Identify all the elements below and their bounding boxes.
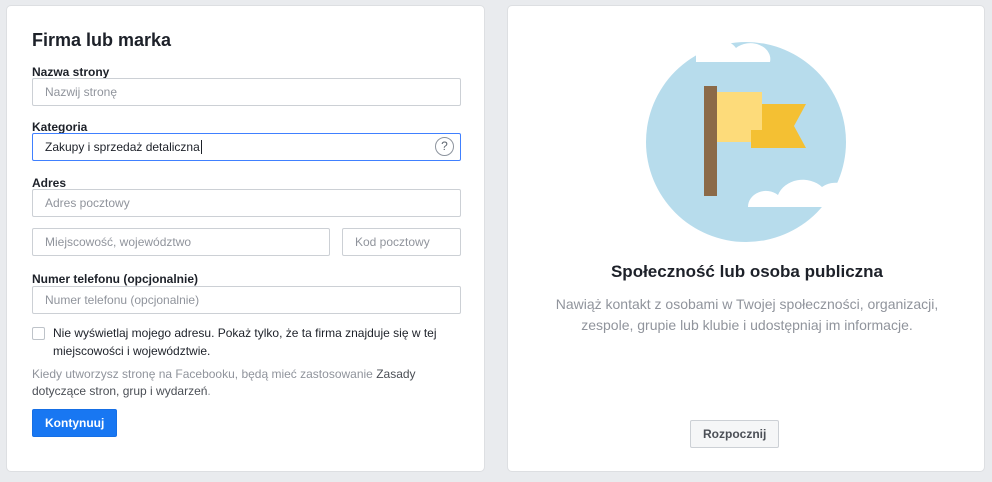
start-button[interactable]: Rozpocznij <box>690 420 780 448</box>
cloud-top-icon <box>696 42 771 62</box>
page-name-label: Nazwa strony <box>32 65 110 79</box>
terms-suffix: . <box>207 384 211 398</box>
terms-text: Kiedy utworzysz stronę na Facebooku, będ… <box>32 366 442 400</box>
category-value: Zakupy i sprzedaż detaliczna <box>45 140 200 154</box>
hide-address-checkbox[interactable] <box>32 327 45 340</box>
community-description: Nawiąż kontakt z osobami w Twojej społec… <box>555 296 939 333</box>
page-name-input[interactable] <box>32 78 461 106</box>
hide-address-text: Nie wyświetlaj mojego adresu. Pokaż tylk… <box>53 326 437 358</box>
flag-pole <box>704 86 717 196</box>
phone-input[interactable] <box>32 286 461 314</box>
terms-prefix: Kiedy utworzysz stronę na Facebooku, będ… <box>32 367 377 381</box>
zip-code-input[interactable] <box>342 228 461 256</box>
category-input[interactable]: Zakupy i sprzedaż detaliczna <box>32 133 461 161</box>
community-or-public-figure-card: Społeczność lub osoba publiczna Nawiąż k… <box>507 5 985 472</box>
category-label: Kategoria <box>32 120 88 134</box>
business-or-brand-card: Firma lub marka Nazwa strony Kategoria Z… <box>6 5 485 472</box>
text-cursor <box>200 140 202 154</box>
phone-label: Numer telefonu (opcjonalnie) <box>32 272 199 286</box>
community-title: Społeczność lub osoba publiczna <box>610 262 884 281</box>
street-address-input[interactable] <box>32 189 461 217</box>
city-input[interactable] <box>32 228 330 256</box>
continue-button[interactable]: Kontynuuj <box>32 409 118 437</box>
form-title: Firma lub marka <box>32 30 172 50</box>
address-label: Adres <box>32 176 67 190</box>
flag-icon <box>646 42 855 242</box>
help-icon[interactable]: ? <box>435 137 454 156</box>
